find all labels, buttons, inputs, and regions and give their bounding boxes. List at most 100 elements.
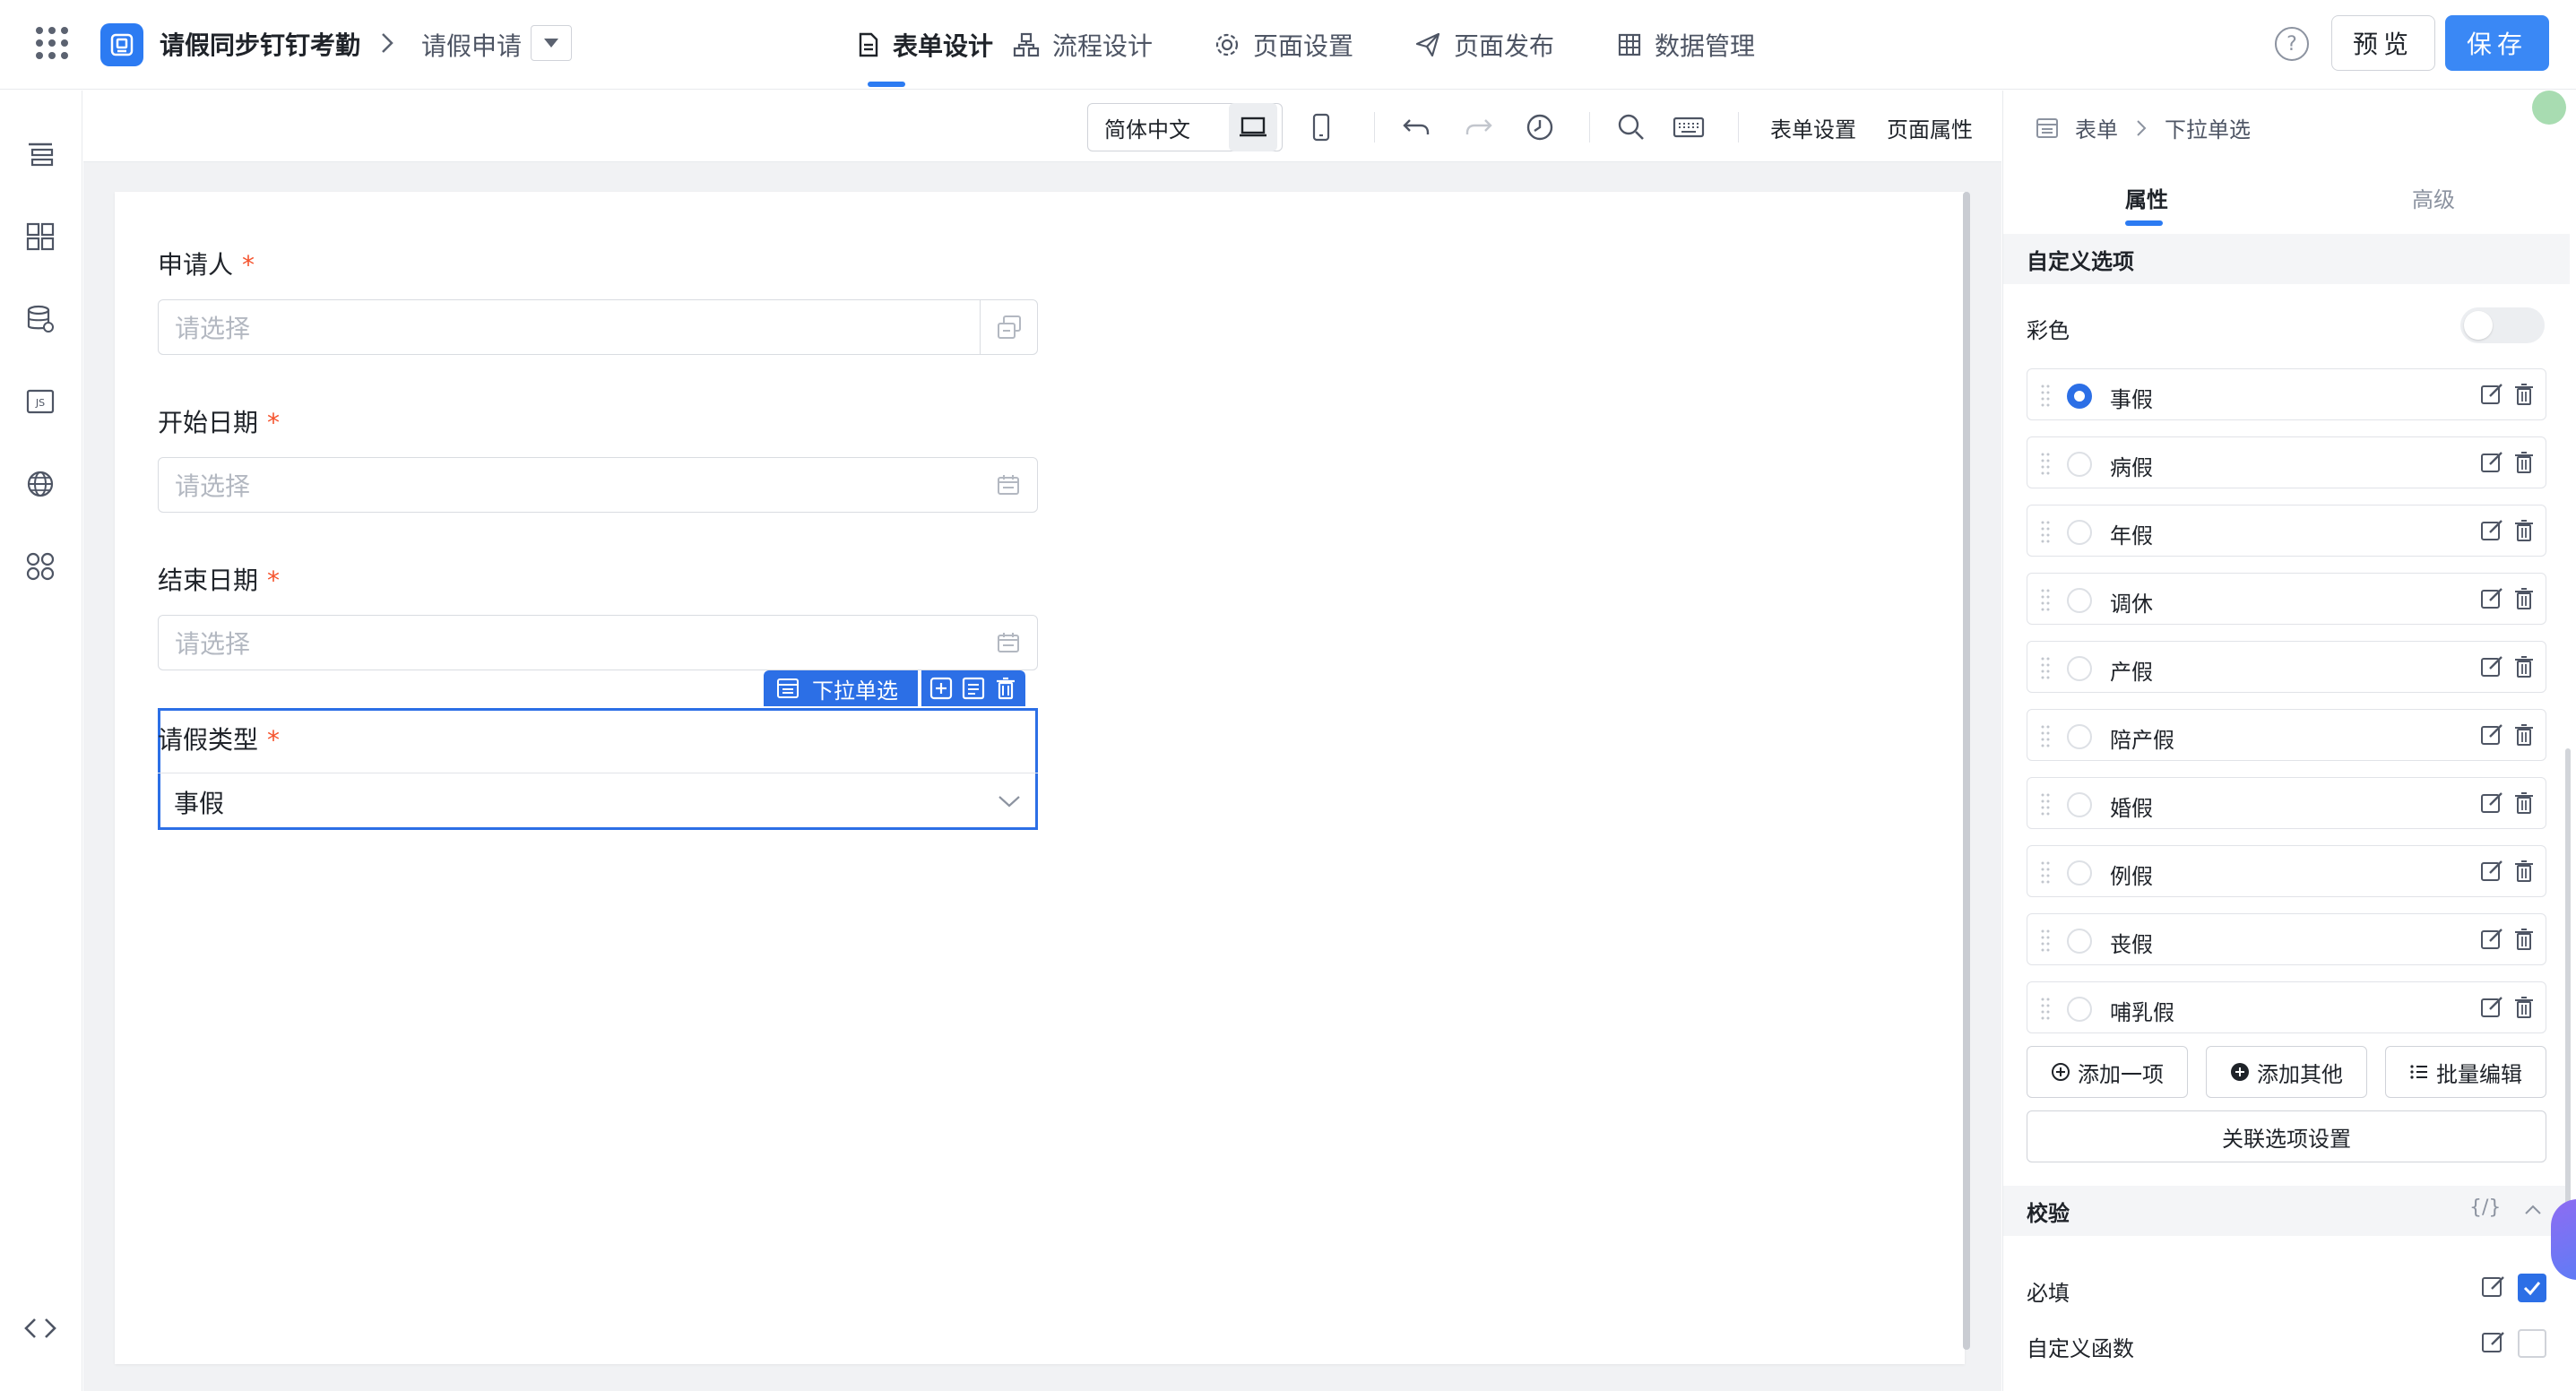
form-switch-dropdown[interactable] [531,25,572,61]
history-icon[interactable] [1516,103,1564,151]
code-braces-icon[interactable]: {/} [2469,1197,2501,1219]
code-icon[interactable] [22,1309,59,1347]
option-row[interactable]: 丧假 [2027,913,2546,965]
drag-handle-icon[interactable] [2040,450,2051,477]
option-label[interactable]: 陪产假 [2110,722,2174,754]
option-label[interactable]: 例假 [2110,859,2153,890]
drag-handle-icon[interactable] [2040,586,2051,613]
option-row[interactable]: 调休 [2027,573,2546,625]
search-icon[interactable] [1607,103,1655,151]
option-row[interactable]: 陪产假 [2027,709,2546,761]
edit-icon[interactable] [2479,722,2504,747]
user-picker-icon[interactable] [980,300,1037,354]
delete-component-icon[interactable] [993,676,1018,701]
option-label[interactable]: 事假 [2110,382,2153,413]
default-option-radio[interactable] [2067,997,2092,1022]
edit-icon[interactable] [2479,654,2504,679]
option-row[interactable]: 病假 [2027,436,2546,488]
option-row[interactable]: 事假 [2027,368,2546,420]
edit-icon[interactable] [2479,586,2504,611]
breadcrumb-form[interactable]: 表单 [2075,112,2118,143]
leave-type-select[interactable]: 事假 [158,773,1038,830]
option-row[interactable]: 产假 [2027,641,2546,693]
edit-icon[interactable] [2479,450,2504,475]
undo-icon[interactable] [1392,103,1440,151]
drag-handle-icon[interactable] [2040,722,2051,749]
option-label[interactable]: 哺乳假 [2110,995,2174,1026]
option-label[interactable]: 丧假 [2110,927,2153,958]
trash-icon[interactable] [2513,518,2535,543]
tab-advanced[interactable]: 高级 [2412,182,2455,213]
custom-function-checkbox[interactable] [2518,1329,2546,1358]
drag-handle-icon[interactable] [2040,927,2051,954]
app-grid-icon[interactable] [36,27,68,59]
page-props-button[interactable]: 页面属性 [1887,112,1973,143]
option-label[interactable]: 婚假 [2110,791,2153,822]
option-label[interactable]: 调休 [2110,586,2153,618]
trash-icon[interactable] [2513,995,2535,1020]
default-option-radio[interactable] [2067,724,2092,749]
batch-edit-button[interactable]: 批量编辑 [2385,1046,2546,1098]
start-date-input[interactable]: 请选择 [158,457,1038,513]
keyboard-icon[interactable] [1664,103,1713,151]
tab-page-publish[interactable]: 页面发布 [1414,27,1554,63]
edit-icon[interactable] [2479,859,2504,884]
option-row[interactable]: 婚假 [2027,777,2546,829]
trash-icon[interactable] [2513,654,2535,679]
edit-icon[interactable] [2479,927,2504,952]
apps-icon[interactable] [22,548,59,585]
trash-icon[interactable] [2513,586,2535,611]
copy-component-icon[interactable] [961,676,986,701]
edit-icon[interactable] [2479,382,2504,407]
canvas-scrollbar[interactable] [1963,192,1970,1350]
trash-icon[interactable] [2513,722,2535,747]
default-option-radio[interactable] [2067,929,2092,954]
datasource-icon[interactable] [22,300,59,338]
save-button[interactable]: 保存 [2445,15,2549,71]
js-icon[interactable]: JS [22,383,59,420]
tab-page-settings[interactable]: 页面设置 [1214,27,1353,63]
desktop-view-icon[interactable] [1229,103,1277,151]
drag-handle-icon[interactable] [2040,791,2051,817]
component-type-chip[interactable]: 下拉单选 [764,670,918,706]
default-option-radio[interactable] [2067,384,2092,409]
option-row[interactable]: 年假 [2027,505,2546,557]
option-row[interactable]: 例假 [2027,845,2546,897]
tab-form-design[interactable]: 表单设计 [857,27,993,63]
option-label[interactable]: 年假 [2110,518,2153,549]
trash-icon[interactable] [2513,859,2535,884]
add-other-button[interactable]: 添加其他 [2206,1046,2367,1098]
form-settings-button[interactable]: 表单设置 [1770,112,1856,143]
option-label[interactable]: 病假 [2110,450,2153,481]
mobile-view-icon[interactable] [1297,103,1345,151]
edit-icon[interactable] [2479,518,2504,543]
end-date-input[interactable]: 请选择 [158,615,1038,670]
outline-icon[interactable] [22,135,59,173]
drag-handle-icon[interactable] [2040,995,2051,1022]
default-option-radio[interactable] [2067,656,2092,681]
help-icon[interactable]: ? [2275,27,2309,61]
drag-handle-icon[interactable] [2040,518,2051,545]
tab-properties[interactable]: 属性 [2125,182,2168,213]
option-row[interactable]: 哺乳假 [2027,981,2546,1033]
edit-icon[interactable] [2479,791,2504,816]
default-option-radio[interactable] [2067,520,2092,545]
components-icon[interactable] [22,218,59,255]
default-option-radio[interactable] [2067,860,2092,886]
colorful-toggle[interactable] [2460,307,2545,343]
add-option-button[interactable]: 添加一项 [2027,1046,2188,1098]
chevron-up-icon[interactable] [2523,1202,2543,1216]
app-title[interactable]: 请假同步钉钉考勤 [160,26,360,62]
drag-handle-icon[interactable] [2040,382,2051,409]
trash-icon[interactable] [2513,927,2535,952]
drag-handle-icon[interactable] [2040,859,2051,886]
default-option-radio[interactable] [2067,588,2092,613]
edit-icon[interactable] [2480,1329,2507,1356]
tab-flow-design[interactable]: 流程设计 [1013,27,1153,63]
drag-handle-icon[interactable] [2040,654,2051,681]
add-component-icon[interactable] [929,676,954,701]
trash-icon[interactable] [2513,382,2535,407]
default-option-radio[interactable] [2067,792,2092,817]
trash-icon[interactable] [2513,450,2535,475]
trash-icon[interactable] [2513,791,2535,816]
